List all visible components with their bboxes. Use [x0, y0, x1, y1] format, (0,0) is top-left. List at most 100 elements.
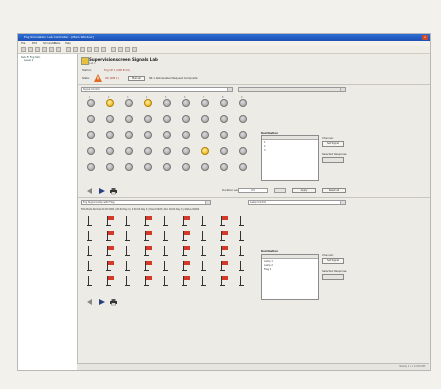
menu-item-tools[interactable]: Tools [54, 42, 60, 45]
duration-input[interactable]: 0.5 [238, 188, 268, 193]
list-item[interactable]: Lamp 1 [264, 260, 273, 263]
menu-item-file[interactable]: File [21, 42, 25, 45]
signal-lamp-cell[interactable] [217, 144, 231, 156]
signal-flag-cell[interactable] [198, 214, 212, 226]
response-button[interactable] [322, 157, 344, 163]
signal-flag-cell[interactable] [122, 229, 136, 241]
secondary-select[interactable] [238, 87, 346, 92]
signal-flag-cell[interactable] [217, 259, 231, 271]
signal-flag-cell[interactable] [198, 229, 212, 241]
signal-flag-cell[interactable] [103, 229, 117, 241]
signal-lamp-cell[interactable] [236, 160, 250, 172]
signal-flag-cell[interactable] [236, 259, 250, 271]
signal-lamp-cell[interactable] [141, 128, 155, 140]
signal-lamp-cell[interactable] [179, 128, 193, 140]
signal-flag-cell[interactable] [179, 274, 193, 286]
signal-lamp-cell[interactable] [141, 144, 155, 156]
signal-flag-cell[interactable] [236, 244, 250, 256]
signal-flag-cell[interactable] [141, 274, 155, 286]
signal-flag-cell[interactable] [122, 259, 136, 271]
response-button[interactable] [322, 274, 344, 280]
signal-lamp-cell[interactable] [198, 128, 212, 140]
signal-lamp-cell[interactable] [122, 128, 136, 140]
signal-flag-cell[interactable] [179, 214, 193, 226]
signal-lamp-cell[interactable] [84, 144, 98, 156]
signal-flag-cell[interactable] [84, 244, 98, 256]
signal-flag-cell[interactable] [103, 259, 117, 271]
signal-lamp-cell[interactable] [217, 160, 231, 172]
signal-flag-cell[interactable] [179, 229, 193, 241]
tree-item[interactable]: Level 1 [21, 59, 41, 62]
list-item[interactable]: 1 [264, 141, 266, 144]
signal-lamp-cell[interactable] [160, 144, 174, 156]
signal-flag-cell[interactable] [122, 244, 136, 256]
play-icon[interactable] [97, 187, 106, 195]
signal-lamp-cell[interactable] [198, 160, 212, 172]
toolbar-button[interactable] [132, 47, 137, 52]
list-item[interactable]: Flag 1 [264, 268, 271, 271]
signal-flag-cell[interactable] [160, 259, 174, 271]
toolbar-button[interactable] [87, 47, 92, 52]
destination-list[interactable]: Lamp 1 Lamp 2 Flag 1 [261, 254, 319, 300]
toolbar-button[interactable] [49, 47, 54, 52]
signal-lamp-cell[interactable] [236, 112, 250, 124]
signal-control-select[interactable]: Signal Control [81, 87, 233, 92]
play-icon[interactable] [97, 298, 106, 306]
signal-lamp-cell[interactable] [122, 160, 136, 172]
signal-lamp-cell[interactable]: 8 [217, 96, 231, 108]
toolbar-button[interactable] [56, 47, 61, 52]
menu-item-help[interactable]: Help [65, 42, 71, 45]
title-bar[interactable]: Fog Simulation Lab Controller - [Main Wi… [18, 34, 430, 41]
manual-button[interactable]: Manual [128, 76, 145, 81]
unit-field[interactable] [274, 188, 286, 193]
signal-flag-cell[interactable] [236, 274, 250, 286]
signal-flag-cell[interactable] [198, 259, 212, 271]
signal-flag-cell[interactable] [84, 274, 98, 286]
signal-flag-cell[interactable] [103, 244, 117, 256]
signal-lamp-cell[interactable] [217, 128, 231, 140]
signal-lamp-cell[interactable] [217, 112, 231, 124]
signal-lamp-cell[interactable] [84, 112, 98, 124]
signal-flag-cell[interactable] [236, 214, 250, 226]
toolbar-button[interactable] [35, 47, 40, 52]
print-icon[interactable] [109, 187, 118, 195]
signal-flag-cell[interactable] [84, 229, 98, 241]
signal-flag-cell[interactable] [141, 259, 155, 271]
toolbar-button[interactable] [101, 47, 106, 52]
signal-flag-cell[interactable] [198, 274, 212, 286]
signal-flag-cell[interactable] [217, 229, 231, 241]
signal-flag-cell[interactable] [103, 214, 117, 226]
signal-flag-cell[interactable] [236, 229, 250, 241]
signal-lamp-cell[interactable] [236, 144, 250, 156]
signal-flag-cell[interactable] [179, 259, 193, 271]
set-signal-button[interactable]: Set Signal [322, 258, 344, 264]
signal-lamp-cell[interactable]: 7 [198, 96, 212, 108]
signal-lamp-cell[interactable] [103, 112, 117, 124]
toolbar-button[interactable] [94, 47, 99, 52]
signal-flag-cell[interactable] [122, 274, 136, 286]
signal-lamp-cell[interactable]: 9 [236, 96, 250, 108]
signal-lamp-cell[interactable] [103, 128, 117, 140]
toolbar-button[interactable] [28, 47, 33, 52]
fog-lamp-select[interactable]: Fog Signal Lamp with Flag [81, 200, 211, 205]
toolbar-button[interactable] [42, 47, 47, 52]
toolbar-button[interactable] [66, 47, 71, 52]
signal-flag-cell[interactable] [141, 214, 155, 226]
signal-lamp-cell[interactable] [198, 144, 212, 156]
set-signal-button[interactable]: Set Signal [322, 141, 344, 147]
signal-lamp-cell[interactable]: 6 [179, 96, 193, 108]
apply-button[interactable]: Apply [292, 188, 316, 193]
signal-flag-cell[interactable] [217, 214, 231, 226]
signal-flag-cell[interactable] [217, 274, 231, 286]
close-button[interactable]: x [422, 35, 428, 40]
signal-flag-cell[interactable] [103, 274, 117, 286]
signal-lamp-cell[interactable] [141, 112, 155, 124]
toolbar-button[interactable] [118, 47, 123, 52]
prev-icon[interactable] [85, 298, 94, 306]
signal-lamp-cell[interactable] [103, 160, 117, 172]
list-item[interactable]: 3 [264, 149, 266, 152]
signal-lamp-cell[interactable] [122, 144, 136, 156]
signal-lamp-cell[interactable] [179, 160, 193, 172]
signal-lamp-cell[interactable] [179, 144, 193, 156]
signal-lamp-cell[interactable] [160, 112, 174, 124]
